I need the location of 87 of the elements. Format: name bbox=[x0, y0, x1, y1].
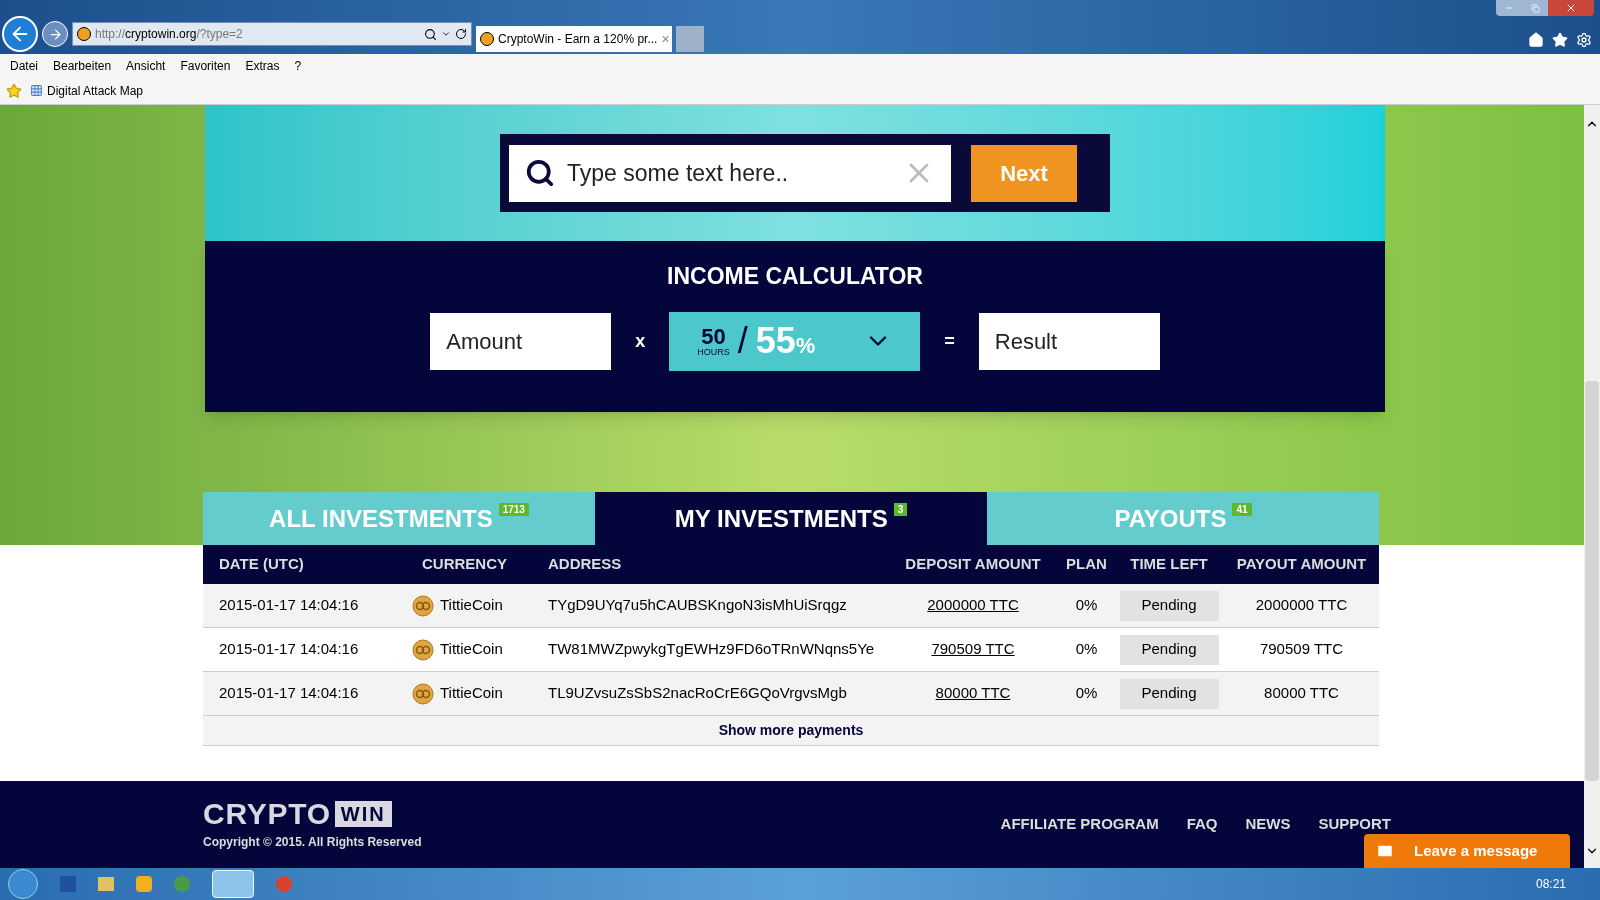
settings-icon[interactable] bbox=[1576, 32, 1592, 48]
tab-close[interactable]: × bbox=[661, 28, 670, 50]
browser-tab[interactable]: CryptoWin - Earn a 120% pr... × bbox=[476, 26, 672, 52]
table-cell-text: TittieCoin bbox=[440, 595, 503, 616]
footer-link[interactable]: AFFILIATE PROGRAM bbox=[1000, 813, 1159, 836]
copyright-text: Copyright © 2015. All Rights Reserved bbox=[203, 833, 422, 851]
table-cell: 0% bbox=[1059, 672, 1114, 716]
favorites-star-icon[interactable] bbox=[6, 82, 22, 99]
equals-sign: = bbox=[944, 329, 955, 353]
footer-link[interactable]: FAQ bbox=[1186, 813, 1218, 836]
tab-title: CryptoWin - Earn a 120% pr... bbox=[498, 31, 658, 48]
mail-icon bbox=[1376, 842, 1394, 860]
taskbar-app-icon[interactable] bbox=[174, 876, 190, 892]
table-cell-text: TittieCoin bbox=[440, 639, 503, 660]
menu-item[interactable]: Favoriten bbox=[180, 56, 231, 75]
show-more-button[interactable]: Show more payments bbox=[203, 716, 1379, 746]
column-header: TIME LEFT bbox=[1114, 545, 1224, 584]
coin-icon bbox=[412, 594, 434, 617]
menu-item[interactable]: Ansicht bbox=[126, 56, 166, 75]
menu-item[interactable]: ? bbox=[294, 56, 302, 75]
table-cell: 2000000 TTC bbox=[1224, 584, 1379, 628]
amount-field[interactable]: Amount bbox=[430, 312, 612, 370]
search-placeholder: Type some text here.. bbox=[567, 158, 790, 188]
column-header: ADDRESS bbox=[532, 545, 887, 584]
star-icon[interactable] bbox=[1552, 32, 1568, 48]
table-cell-text: TittieCoin bbox=[440, 683, 503, 704]
logo-badge: WIN bbox=[334, 800, 392, 827]
count-badge: 1713 bbox=[498, 503, 529, 516]
site-icon bbox=[480, 32, 494, 46]
start-button[interactable] bbox=[8, 869, 38, 899]
column-header: PLAN bbox=[1059, 545, 1114, 584]
close-icon bbox=[1565, 2, 1577, 14]
home-icon[interactable] bbox=[1528, 32, 1544, 48]
address-text: http://cryptowin.org/?type=2 bbox=[95, 26, 244, 43]
count-badge: 3 bbox=[893, 503, 908, 516]
close-button[interactable] bbox=[1548, 0, 1594, 16]
address-bar[interactable]: http://cryptowin.org/?type=2 bbox=[72, 22, 472, 46]
column-header: DATE (UTC) bbox=[203, 545, 408, 584]
coin-icon bbox=[412, 682, 434, 705]
favorite-link[interactable]: Digital Attack Map bbox=[47, 81, 144, 100]
column-header: PAYOUT AMOUNT bbox=[1224, 545, 1379, 584]
investments-tab[interactable]: MY INVESTMENTS 3 bbox=[595, 492, 987, 545]
grid-icon bbox=[30, 84, 43, 97]
table-cell: 2015-01-17 14:04:16 bbox=[203, 672, 408, 716]
percent-value: 55% bbox=[755, 319, 816, 363]
hours-label: HOURS bbox=[697, 347, 730, 357]
menu-item[interactable]: Bearbeiten bbox=[53, 56, 112, 75]
hours-value: 50 bbox=[701, 325, 726, 348]
minimize-button[interactable] bbox=[1496, 0, 1522, 16]
forward-button[interactable] bbox=[42, 21, 68, 47]
column-header: CURRENCY bbox=[408, 545, 532, 584]
status-badge: Pending bbox=[1119, 634, 1219, 665]
maximize-button[interactable] bbox=[1522, 0, 1548, 16]
scrollbar-thumb[interactable] bbox=[1585, 381, 1599, 781]
coin-icon bbox=[412, 638, 434, 661]
count-badge: 41 bbox=[1232, 503, 1252, 516]
footer-link[interactable]: SUPPORT bbox=[1318, 813, 1391, 836]
scrollbar[interactable] bbox=[1584, 105, 1600, 868]
menu-item[interactable]: Datei bbox=[10, 56, 38, 75]
status-badge: Pending bbox=[1119, 678, 1219, 709]
deposit-link[interactable]: 790509 TTC bbox=[931, 638, 1015, 661]
back-button[interactable] bbox=[2, 16, 38, 52]
multiply-sign: x bbox=[635, 329, 646, 353]
taskbar-app-icon[interactable] bbox=[212, 870, 254, 898]
calculator-title: INCOME CALCULATOR bbox=[667, 262, 923, 291]
search-icon bbox=[525, 158, 555, 188]
taskbar-app-icon[interactable] bbox=[276, 876, 292, 892]
result-field[interactable]: Result bbox=[978, 312, 1160, 370]
table-cell: 80000 TTC bbox=[1224, 672, 1379, 716]
table-cell: TL9UZvsuZsSbS2nacRoCrE6GQoVrgvsMgb bbox=[532, 672, 887, 716]
dropdown-icon[interactable] bbox=[441, 29, 451, 39]
logo-text: CRYPTO bbox=[203, 798, 331, 829]
footer-link[interactable]: NEWS bbox=[1245, 813, 1291, 836]
refresh-icon[interactable] bbox=[455, 28, 467, 40]
slash: / bbox=[737, 319, 748, 363]
taskbar-app-icon[interactable] bbox=[136, 876, 152, 892]
table-cell: 2015-01-17 14:04:16 bbox=[203, 584, 408, 628]
table-cell: TYgD9UYq7u5hCAUBSKngoN3isMhUiSrqgz bbox=[532, 584, 887, 628]
site-icon bbox=[77, 27, 91, 41]
menu-item[interactable]: Extras bbox=[245, 56, 280, 75]
column-header: DEPOSIT AMOUNT bbox=[887, 545, 1059, 584]
status-badge: Pending bbox=[1119, 590, 1219, 621]
search-icon[interactable] bbox=[424, 27, 437, 41]
clock-text: 08:21 bbox=[1535, 876, 1566, 893]
search-field[interactable]: Type some text here.. bbox=[509, 144, 951, 202]
restore-icon bbox=[1530, 3, 1540, 13]
table-cell: 0% bbox=[1059, 584, 1114, 628]
